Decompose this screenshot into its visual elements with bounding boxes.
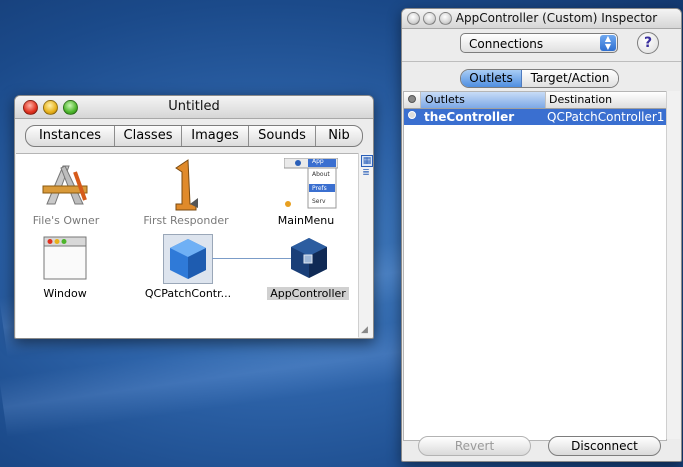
icon-view-button[interactable]: ▦ (361, 155, 373, 167)
help-button[interactable]: ? (637, 32, 659, 54)
nib-titlebar[interactable]: Untitled (15, 96, 373, 119)
menu-preview-item: About (312, 171, 330, 178)
cube-icon[interactable] (163, 234, 213, 284)
inspector-mode-popup[interactable]: Connections ▲ ▼ (460, 33, 618, 53)
tab-instances[interactable]: Instances (26, 126, 115, 146)
segment-target-action[interactable]: Target/Action (522, 70, 618, 87)
outlet-destination: QCPatchController1 (547, 110, 665, 124)
inspector-window: AppController (Custom) Inspector Connect… (401, 8, 682, 462)
window-icon[interactable] (43, 236, 87, 280)
object-appcontroller[interactable]: AppController (266, 287, 350, 300)
menu-preview-item: App (312, 158, 324, 165)
object-label: File's Owner (32, 214, 100, 227)
divider (402, 61, 681, 62)
object-window[interactable]: Window (30, 287, 100, 300)
resize-grip-icon[interactable]: ◢ (361, 325, 371, 335)
tab-nib[interactable]: Nib (316, 126, 362, 146)
object-label: Window (43, 287, 87, 300)
segment-outlets[interactable]: Outlets (461, 70, 522, 87)
nib-window: Untitled Instances Classes Images Sounds… (14, 95, 374, 339)
inspector-titlebar[interactable]: AppController (Custom) Inspector (402, 9, 681, 29)
tab-images[interactable]: Images (182, 126, 249, 146)
connection-status-icon (408, 95, 416, 103)
column-header-destination[interactable]: Destination (546, 92, 666, 108)
nib-tabs: Instances Classes Images Sounds Nib (25, 125, 363, 147)
object-files-owner[interactable]: File's Owner (21, 214, 111, 227)
instances-canvas[interactable]: File's Owner First Responder App About P… (16, 153, 358, 338)
connections-table: Outlets Destination theController QCPatc… (403, 91, 667, 441)
cube-icon[interactable] (286, 234, 332, 282)
revert-button[interactable]: Revert (418, 436, 531, 456)
nib-window-title: Untitled (168, 99, 220, 114)
object-label: AppController (267, 287, 349, 300)
list-view-button[interactable]: ≣ (361, 168, 371, 178)
object-label: QCPatchContr... (144, 287, 232, 300)
app-icon[interactable] (39, 160, 91, 212)
menu-preview-item: Prefs (312, 185, 327, 192)
table-scrollbar[interactable] (666, 91, 680, 439)
menu-preview-item: Serv (312, 198, 326, 205)
tab-classes[interactable]: Classes (115, 126, 182, 146)
table-header: Outlets Destination (404, 92, 666, 109)
disconnect-button[interactable]: Disconnect (548, 436, 661, 456)
object-label: First Responder (143, 214, 229, 227)
column-header-outlets[interactable]: Outlets (421, 92, 546, 108)
inspector-title: AppController (Custom) Inspector (455, 11, 658, 25)
table-row[interactable]: theController QCPatchController1 (404, 109, 666, 125)
tab-sounds[interactable]: Sounds (249, 126, 316, 146)
menu-icon[interactable]: App About Prefs Serv (283, 157, 339, 210)
header-indicator (404, 92, 421, 108)
outlet-name: theController (424, 110, 515, 124)
popup-value: Connections (469, 37, 544, 51)
connected-indicator-icon (404, 109, 420, 125)
popup-arrows-icon: ▲ ▼ (600, 35, 616, 51)
first-responder-icon[interactable] (166, 158, 206, 212)
object-qcpatchcontroller[interactable]: QCPatchContr... (138, 287, 238, 300)
view-mode-bar: ▦ ≣ ◢ (358, 153, 373, 337)
outlets-action-segmented: Outlets Target/Action (460, 69, 619, 88)
object-label: MainMenu (277, 214, 335, 227)
object-first-responder[interactable]: First Responder (136, 214, 236, 227)
object-mainmenu[interactable]: MainMenu (271, 214, 341, 227)
